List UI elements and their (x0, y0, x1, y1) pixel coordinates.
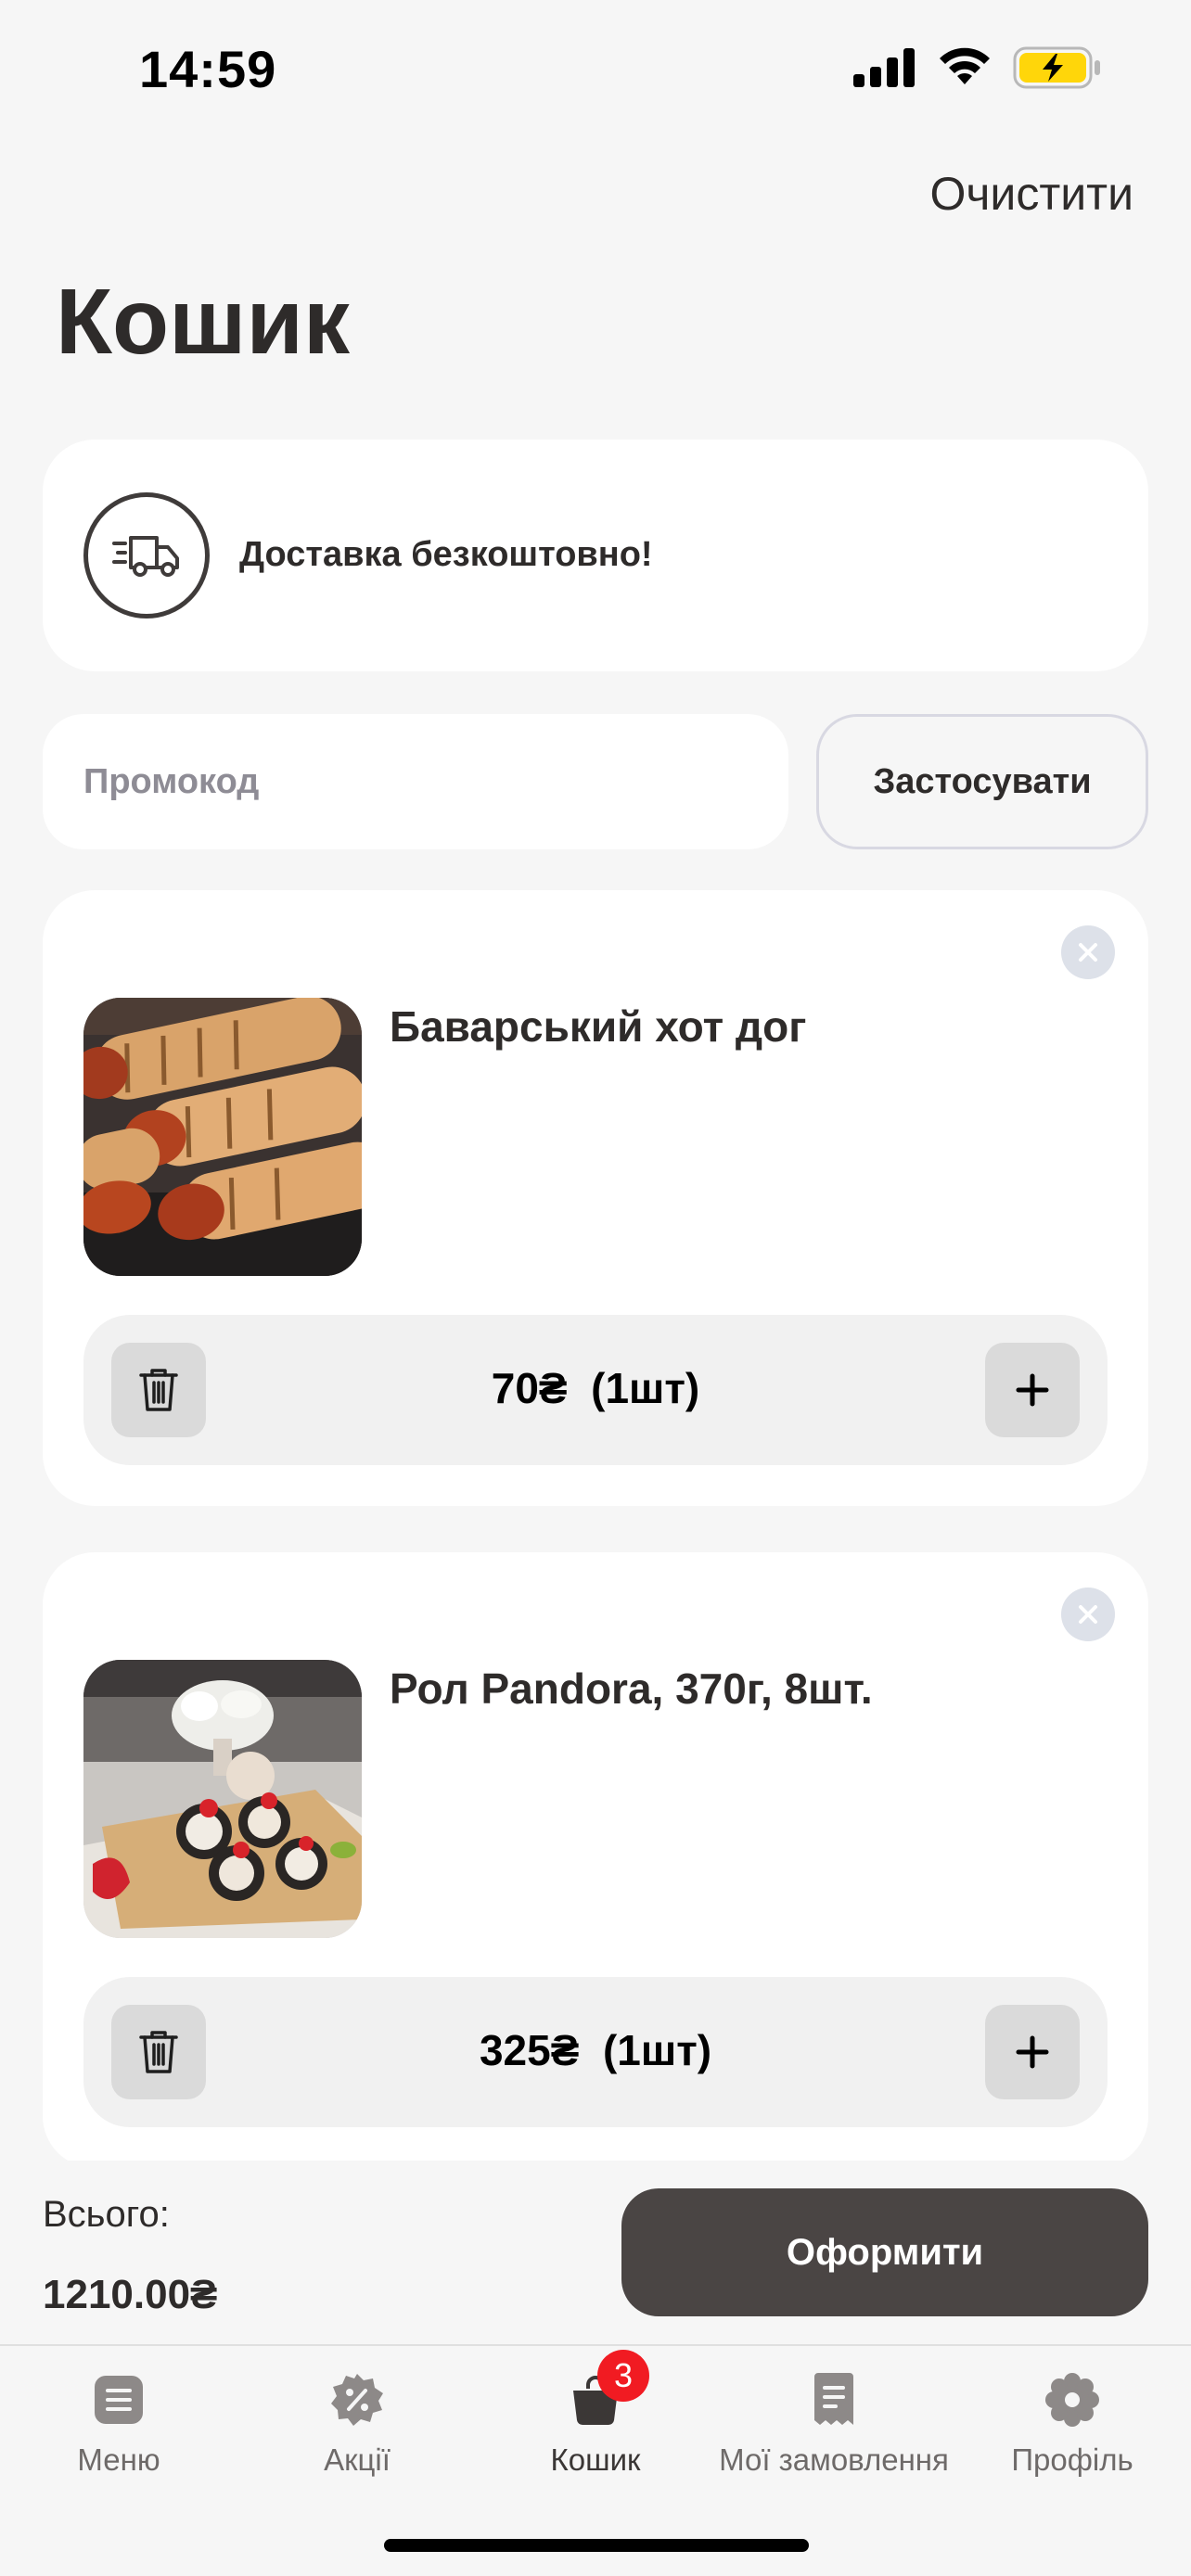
home-indicator[interactable] (384, 2539, 809, 2552)
delivery-card: Доставка безкоштовно! (43, 440, 1148, 671)
status-icons (853, 46, 1102, 89)
status-bar: 14:59 (0, 0, 1191, 139)
plus-icon (1016, 2035, 1049, 2069)
tab-menu[interactable]: Меню (0, 2370, 237, 2478)
page-title: Кошик (56, 270, 350, 374)
apply-promo-button[interactable]: Застосувати (816, 714, 1148, 849)
increase-quantity-button[interactable] (985, 1343, 1080, 1437)
truck-icon (83, 492, 210, 618)
item-price: 325₴ (479, 2026, 580, 2074)
tab-label: Кошик (550, 2442, 641, 2477)
status-time: 14:59 (139, 40, 277, 98)
plus-icon (1016, 1373, 1049, 1407)
item-price: 70₴ (491, 1364, 568, 1412)
wifi-icon (940, 47, 990, 84)
close-icon (1079, 1605, 1097, 1624)
tab-promotions[interactable]: Акції (238, 2370, 476, 2478)
item-quantity: (1шт) (591, 1364, 700, 1412)
delivery-text: Доставка безкоштовно! (239, 535, 653, 574)
item-price-quantity: 70₴ (1шт) (83, 1363, 1108, 1413)
tab-label: Мої замовлення (719, 2442, 949, 2477)
item-name: Баварський хот дог (390, 1002, 807, 1051)
cart-count-badge: 3 (597, 2350, 649, 2402)
clear-cart-button[interactable]: Очистити (929, 167, 1133, 221)
receipt-icon (804, 2370, 864, 2429)
signal-icon (853, 48, 915, 87)
tab-my-orders[interactable]: Мої замовлення (715, 2370, 953, 2478)
total-value: 1210.00₴ (43, 2272, 218, 2317)
cart-item: Баварський хот дог 70₴ (1шт) (43, 890, 1148, 1506)
item-price-quantity: 325₴ (1шт) (83, 2025, 1108, 2075)
quantity-control: 70₴ (1шт) (83, 1315, 1108, 1465)
tab-label: Меню (77, 2442, 160, 2477)
checkout-button[interactable]: Оформити (621, 2188, 1148, 2316)
total-label: Всього: (43, 2194, 170, 2235)
item-quantity: (1шт) (602, 2026, 712, 2074)
discount-icon (327, 2370, 387, 2429)
checkout-summary: Всього: 1210.00₴ Оформити (0, 2161, 1191, 2346)
battery-charging-icon (1013, 46, 1100, 89)
tab-label: Профіль (1011, 2442, 1133, 2477)
quantity-control: 325₴ (1шт) (83, 1977, 1108, 2127)
close-icon (1079, 943, 1097, 962)
item-name: Рол Pandora, 370г, 8шт. (390, 1664, 873, 1713)
tab-profile[interactable]: Профіль (954, 2370, 1191, 2478)
cart-item: Рол Pandora, 370г, 8шт. 325₴ (1шт) (43, 1552, 1148, 2168)
item-image-roll (83, 1660, 362, 1938)
remove-item-button[interactable] (1061, 1588, 1115, 1641)
menu-icon (89, 2370, 148, 2429)
profile-icon (1043, 2370, 1102, 2429)
increase-quantity-button[interactable] (985, 2005, 1080, 2099)
bag-icon: 3 (566, 2350, 649, 2429)
remove-item-button[interactable] (1061, 925, 1115, 979)
promo-code-input[interactable] (43, 714, 788, 849)
tab-label: Акції (324, 2442, 391, 2477)
tab-cart[interactable]: 3 Кошик (477, 2350, 714, 2478)
item-image-hotdog (83, 998, 362, 1276)
